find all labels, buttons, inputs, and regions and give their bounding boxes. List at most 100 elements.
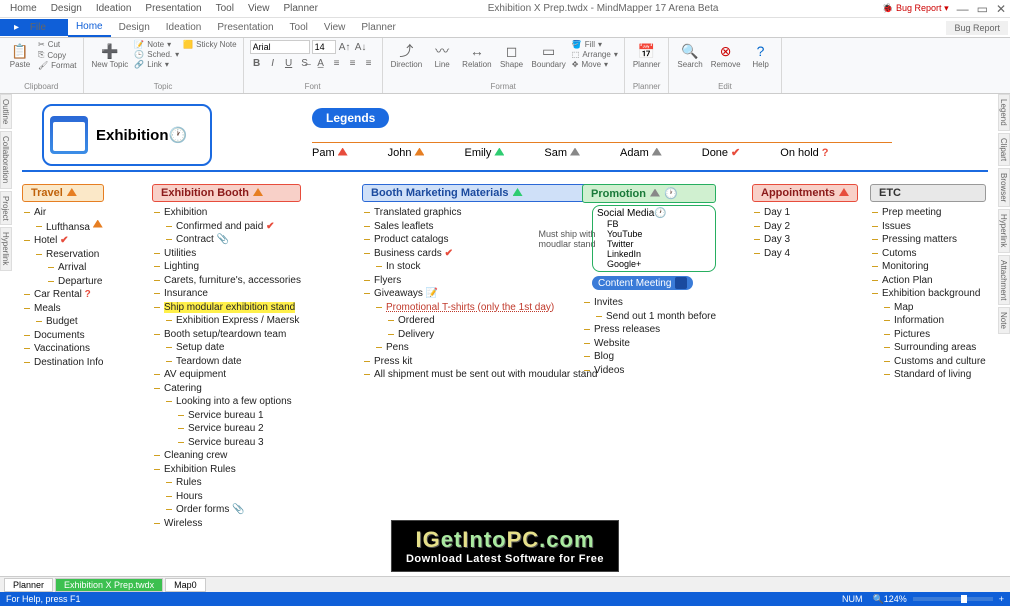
- doc-tab[interactable]: Map0: [165, 578, 206, 592]
- tree-node[interactable]: Hours: [152, 490, 301, 504]
- fill-button[interactable]: 🪣 Fill ▾: [572, 40, 618, 49]
- tab-view[interactable]: View: [316, 19, 354, 36]
- tree-node[interactable]: Teardown date: [152, 355, 301, 369]
- tree-node[interactable]: Information: [870, 314, 986, 328]
- tree-node[interactable]: Surrounding areas: [870, 341, 986, 355]
- legend-item[interactable]: Adam: [620, 146, 662, 159]
- help-button[interactable]: ?Help: [747, 40, 775, 71]
- tree-node[interactable]: Contract 📎: [152, 233, 301, 247]
- minimize-icon[interactable]: —: [957, 2, 969, 16]
- tab-design[interactable]: Design: [111, 19, 158, 36]
- link-button[interactable]: 🔗 Link ▾: [134, 60, 179, 69]
- tab-presentation[interactable]: Presentation: [209, 19, 281, 36]
- tree-node[interactable]: Booth setup/teardown team: [152, 328, 301, 342]
- bold-icon[interactable]: B: [250, 56, 264, 70]
- menu-planner[interactable]: Planner: [277, 2, 323, 15]
- tree-node[interactable]: Service bureau 2: [152, 422, 301, 436]
- tree-node[interactable]: Flyers: [362, 274, 597, 288]
- marketing-header[interactable]: Booth Marketing Materials: [362, 184, 597, 202]
- tree-node[interactable]: Standard of living: [870, 368, 986, 382]
- underline-icon[interactable]: U: [282, 56, 296, 70]
- tree-node[interactable]: Exhibition Rules: [152, 463, 301, 477]
- tree-node[interactable]: Rules: [152, 476, 301, 490]
- etc-header[interactable]: ETC: [870, 184, 986, 202]
- strike-icon[interactable]: S̶: [298, 56, 312, 70]
- tab-planner[interactable]: Planner: [353, 19, 403, 36]
- tree-node[interactable]: Looking into a few options: [152, 395, 301, 409]
- doc-tab[interactable]: Exhibition X Prep.twdx: [55, 578, 163, 592]
- menu-ideation[interactable]: Ideation: [90, 2, 138, 15]
- maximize-icon[interactable]: ▭: [977, 2, 988, 16]
- side-project[interactable]: Project: [0, 191, 12, 226]
- tree-node[interactable]: Giveaways 📝: [362, 287, 597, 301]
- tree-node[interactable]: Pictures: [870, 328, 986, 342]
- grow-font-icon[interactable]: A↑: [338, 40, 352, 54]
- legend-item[interactable]: Done ✔: [702, 146, 741, 159]
- search-button[interactable]: 🔍Search: [675, 40, 704, 71]
- relation-button[interactable]: ↔Relation: [460, 40, 493, 71]
- legend-item[interactable]: Pam: [312, 146, 348, 159]
- tab-tool[interactable]: Tool: [282, 19, 316, 36]
- align-left-icon[interactable]: ≡: [330, 56, 344, 70]
- side-browser[interactable]: Browser: [998, 168, 1010, 207]
- tree-node[interactable]: Catering: [152, 382, 301, 396]
- side-note[interactable]: Note: [998, 307, 1010, 334]
- align-center-icon[interactable]: ≡: [346, 56, 360, 70]
- cut-button[interactable]: ✂ Cut: [38, 40, 77, 49]
- tree-node[interactable]: Vaccinations: [22, 342, 104, 356]
- appointments-header[interactable]: Appointments: [752, 184, 858, 202]
- remove-button[interactable]: ⊗Remove: [709, 40, 743, 71]
- tree-node[interactable]: Cleaning crew: [152, 449, 301, 463]
- social-item[interactable]: Google+: [607, 259, 711, 269]
- tree-node[interactable]: Blog: [582, 350, 716, 364]
- shrink-font-icon[interactable]: A↓: [354, 40, 368, 54]
- tree-node[interactable]: Day 1: [752, 206, 858, 220]
- tree-node[interactable]: Ordered: [362, 314, 597, 328]
- legend-item[interactable]: John: [388, 146, 425, 159]
- side-collaboration[interactable]: Collaboration: [0, 131, 12, 188]
- menu-presentation[interactable]: Presentation: [139, 2, 207, 15]
- tree-node[interactable]: Action Plan: [870, 274, 986, 288]
- tree-node[interactable]: Order forms 📎: [152, 503, 301, 517]
- format-painter-button[interactable]: 🖌 Format: [38, 61, 77, 70]
- tree-node[interactable]: Videos: [582, 364, 716, 378]
- shape-button[interactable]: ◻Shape: [498, 40, 526, 71]
- side-clipart[interactable]: Clipart: [998, 133, 1010, 166]
- side-outline[interactable]: Outline: [0, 94, 12, 129]
- tree-node[interactable]: Day 2: [752, 220, 858, 234]
- side-hyperlink[interactable]: Hyperlink: [998, 209, 1010, 252]
- tree-node[interactable]: Website: [582, 337, 716, 351]
- menu-design[interactable]: Design: [45, 2, 88, 15]
- tree-node[interactable]: Hotel ✔: [22, 234, 104, 248]
- tree-node[interactable]: Utilities: [152, 247, 301, 261]
- tree-node[interactable]: Prep meeting: [870, 206, 986, 220]
- line-button[interactable]: 〰Line: [428, 40, 456, 71]
- font-name-input[interactable]: [250, 40, 310, 54]
- tree-node[interactable]: Departure: [22, 275, 104, 289]
- legends-title[interactable]: Legends: [312, 108, 389, 128]
- tree-node[interactable]: Monitoring: [870, 260, 986, 274]
- tree-node[interactable]: Budget: [22, 315, 104, 329]
- planner-button[interactable]: 📅Planner: [631, 40, 663, 71]
- tree-node[interactable]: Service bureau 1: [152, 409, 301, 423]
- travel-header[interactable]: Travel: [22, 184, 104, 202]
- tree-node[interactable]: Lufthansa: [22, 220, 104, 235]
- tree-node[interactable]: Setup date: [152, 341, 301, 355]
- zoom-slider[interactable]: [913, 597, 993, 601]
- tree-node[interactable]: Customs and culture: [870, 355, 986, 369]
- tree-node[interactable]: Confirmed and paid ✔: [152, 220, 301, 234]
- tree-node[interactable]: Insurance: [152, 287, 301, 301]
- tree-node[interactable]: Day 3: [752, 233, 858, 247]
- tree-node[interactable]: Car Rental ?: [22, 288, 104, 302]
- tree-node[interactable]: Cutoms: [870, 247, 986, 261]
- font-color-icon[interactable]: A̲: [314, 56, 328, 70]
- tab-ideation[interactable]: Ideation: [158, 19, 210, 36]
- italic-icon[interactable]: I: [266, 56, 280, 70]
- tree-node[interactable]: Delivery: [362, 328, 597, 342]
- tree-node[interactable]: Promotional T-shirts (only the 1st day): [362, 301, 597, 315]
- boundary-button[interactable]: ▭Boundary: [530, 40, 568, 71]
- arrange-button[interactable]: ⬚ Arrange ▾: [572, 50, 618, 59]
- doc-tab[interactable]: Planner: [4, 578, 53, 592]
- tree-node[interactable]: Day 4: [752, 247, 858, 261]
- tree-node[interactable]: Translated graphics: [362, 206, 597, 220]
